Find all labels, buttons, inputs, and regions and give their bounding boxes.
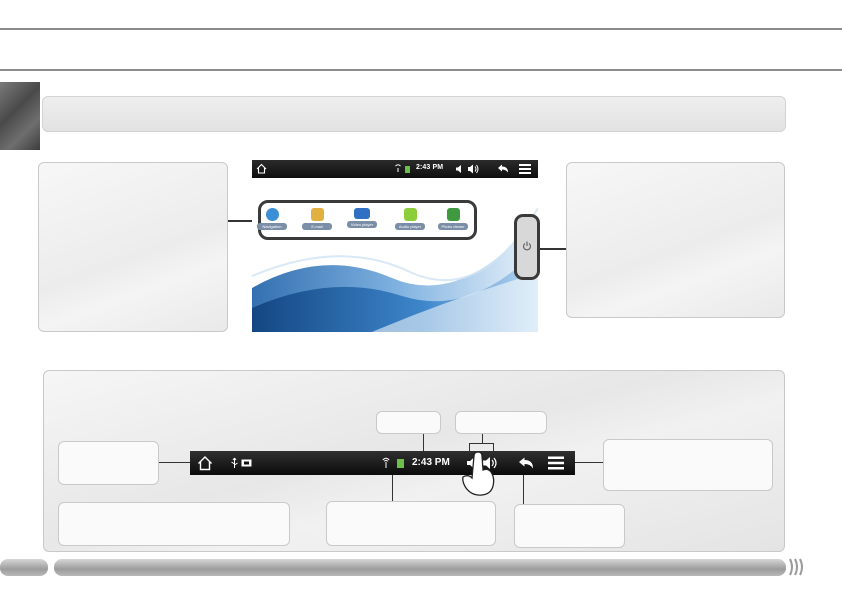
app-label: Navigation xyxy=(257,223,287,230)
back-icon[interactable] xyxy=(518,456,534,470)
wifi-icon xyxy=(382,457,390,468)
battery-icon xyxy=(397,459,404,468)
connection-callout-connector xyxy=(392,475,393,501)
home-callout-box xyxy=(58,441,159,485)
volume-callout-bracket xyxy=(469,443,494,444)
status-bar: 2:43 PM xyxy=(190,451,575,475)
video-icon xyxy=(354,208,370,219)
volume-callout-box xyxy=(455,411,547,434)
email-icon xyxy=(310,208,324,221)
battery-icon xyxy=(405,166,410,173)
power-icon[interactable] xyxy=(522,241,532,251)
tablet-clock: 2:43 PM xyxy=(416,164,444,171)
card-icon xyxy=(241,459,252,467)
app-video-player[interactable]: Video player xyxy=(347,208,377,228)
power-callout-connector xyxy=(540,248,566,250)
manual-page: 2:43 PM Navigation E-mail Video player A… xyxy=(0,0,842,595)
app-label: Audio player xyxy=(395,223,425,230)
back-icon[interactable] xyxy=(497,163,509,174)
app-label: Photo viewer xyxy=(438,223,468,230)
finger-tap-illustration xyxy=(462,452,495,496)
menu-icon[interactable] xyxy=(519,163,531,175)
header-rule xyxy=(0,69,842,71)
app-audio-player[interactable]: Audio player xyxy=(395,208,425,230)
footer-brackets-icon xyxy=(789,558,803,576)
connection-callout-box xyxy=(326,501,496,546)
home-icon[interactable] xyxy=(256,163,267,174)
app-email[interactable]: E-mail xyxy=(302,208,332,230)
clock-callout-box xyxy=(376,411,441,434)
back-callout-connector xyxy=(523,475,524,504)
status-bar-clock: 2:43 PM xyxy=(412,457,450,468)
menu-callout-connector xyxy=(575,462,603,463)
footer-bar xyxy=(54,559,786,576)
section-banner xyxy=(42,96,786,132)
menu-callout-box xyxy=(603,439,773,491)
wifi-icon xyxy=(395,164,401,172)
volume-up-icon[interactable] xyxy=(467,163,479,175)
apps-callout-box xyxy=(38,162,228,332)
photo-icon xyxy=(446,208,460,221)
usb-icon xyxy=(231,457,238,468)
volume-down-icon[interactable] xyxy=(455,164,464,174)
power-callout-box xyxy=(566,162,785,318)
app-photo-viewer[interactable]: Photo viewer xyxy=(438,208,468,230)
top-rule xyxy=(0,28,842,30)
power-button-frame xyxy=(514,214,540,280)
app-label: Video player xyxy=(347,221,377,228)
notifications-callout-box xyxy=(58,502,290,546)
clock-callout-connector xyxy=(423,434,424,451)
language-side-tab xyxy=(0,82,40,150)
home-icon[interactable] xyxy=(197,455,213,471)
app-navigation[interactable]: Navigation xyxy=(257,208,287,230)
footer-page-number-tab xyxy=(0,559,48,576)
tablet-home-screen: 2:43 PM xyxy=(252,160,538,332)
app-label: E-mail xyxy=(302,223,332,230)
menu-icon[interactable] xyxy=(548,455,564,471)
globe-icon xyxy=(265,208,279,221)
music-icon xyxy=(403,208,417,221)
home-callout-connector xyxy=(159,462,190,463)
tablet-status-bar: 2:43 PM xyxy=(252,160,538,178)
back-callout-box xyxy=(514,504,625,548)
